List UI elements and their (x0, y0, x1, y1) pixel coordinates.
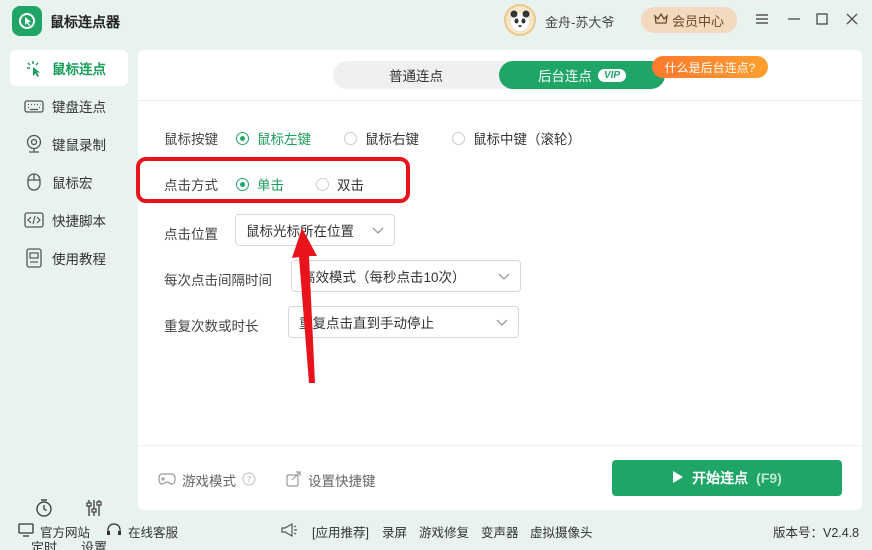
username[interactable]: 金舟-苏大爷 (545, 12, 614, 31)
radio-label: 鼠标中键（滚轮） (473, 132, 581, 147)
radio-left-button[interactable]: 鼠标左键 (236, 128, 311, 148)
game-mode-label: 游戏模式 (182, 474, 236, 489)
monitor-icon (18, 523, 34, 540)
recommend-section: [应用推荐] (280, 522, 369, 541)
set-shortcut-button[interactable]: 设置快捷键 (286, 470, 376, 490)
vip-center-label: 会员中心 (671, 13, 724, 29)
chevron-down-icon (372, 223, 384, 238)
radio-dot (452, 131, 465, 145)
chevron-down-icon (498, 269, 510, 284)
tab-label: 后台连点 (537, 69, 592, 84)
online-service-label: 在线客服 (128, 526, 179, 540)
mouse-button-label: 鼠标按键 (164, 132, 218, 147)
link-virtual-camera[interactable]: 虚拟摄像头 (530, 522, 593, 541)
tutorial-icon (24, 248, 44, 268)
interval-select[interactable]: 高效模式（每秒点击10次） (291, 260, 521, 292)
sidebar-item-record[interactable]: 键鼠录制 (10, 126, 128, 162)
gamepad-icon (158, 472, 176, 489)
version-text: 版本号：V2.4.8 (773, 526, 860, 540)
radio-dot (236, 131, 249, 145)
highlight-box (136, 157, 410, 203)
select-value: 重复点击直到手动停止 (299, 316, 434, 331)
sidebar-item-label: 鼠标连点 (52, 62, 106, 77)
shortcut-label: 设置快捷键 (308, 474, 376, 489)
start-hotkey: (F9) (756, 470, 782, 486)
radio-dot (344, 131, 357, 145)
close-icon[interactable] (843, 10, 861, 28)
divider (138, 445, 862, 446)
version-label: 版本号：V2.4.8 (773, 522, 859, 541)
sidebar-item-tutorial[interactable]: 使用教程 (10, 240, 128, 276)
radio-middle-button[interactable]: 鼠标中键（滚轮） (452, 128, 581, 148)
official-site-link[interactable]: 官方网站 (18, 522, 90, 541)
mode-tabs: 普通连点 后台连点 VIP (333, 61, 665, 89)
maximize-icon[interactable] (813, 10, 831, 28)
link-voice-changer[interactable]: 变声器 (481, 522, 519, 541)
script-icon (24, 210, 44, 230)
sidebar-item-mouse-click[interactable]: 鼠标连点 (10, 50, 128, 86)
start-clicking-button[interactable]: 开始连点 (F9) (612, 460, 842, 496)
tab-label: 普通连点 (389, 69, 443, 84)
sidebar-item-macro[interactable]: 鼠标宏 (10, 164, 128, 200)
click-position-label: 点击位置 (164, 227, 218, 242)
avatar[interactable] (504, 4, 536, 36)
play-icon (672, 470, 684, 487)
chevron-down-icon (496, 315, 508, 330)
repeat-select[interactable]: 重复点击直到手动停止 (288, 306, 519, 338)
svg-text:?: ? (247, 475, 252, 485)
repeat-label: 重复次数或时长 (164, 319, 259, 334)
sidebar-item-label: 使用教程 (52, 252, 106, 267)
click-cursor-icon (24, 58, 44, 78)
mouse-icon (24, 172, 44, 192)
link-label: 虚拟摄像头 (530, 526, 593, 540)
link-label: 游戏修复 (419, 526, 470, 540)
menu-icon[interactable] (753, 10, 771, 28)
online-service-link[interactable]: 在线客服 (106, 522, 178, 541)
tab-normal-click[interactable]: 普通连点 (333, 61, 499, 89)
minimize-icon[interactable] (785, 10, 803, 28)
click-position-select[interactable]: 鼠标光标所在位置 (235, 214, 395, 246)
sidebar-item-label: 鼠标宏 (52, 176, 93, 191)
sidebar-item-keyboard-click[interactable]: 键盘连点 (10, 88, 128, 124)
crown-icon (654, 12, 668, 28)
title-bar: 鼠标连点器 金舟-苏大爷 会员中心 (0, 0, 872, 40)
interval-label: 每次点击间隔时间 (164, 273, 272, 288)
vip-badge: VIP (597, 68, 627, 82)
main-panel: 普通连点 后台连点 VIP 什么是后台连点? 鼠标按键 鼠标左键 鼠标右键 鼠标… (138, 50, 862, 510)
sidebar-item-label: 键盘连点 (52, 100, 106, 115)
help-icon[interactable]: ? (242, 472, 256, 489)
sidebar-item-label: 快捷脚本 (52, 214, 106, 229)
recommend-label: [应用推荐] (312, 526, 369, 540)
official-site-label: 官方网站 (40, 526, 91, 540)
sidebar: 鼠标连点 键盘连点 键鼠录制 鼠标宏 快捷脚本 使用教程 定时 设置 (0, 40, 138, 550)
game-mode-toggle[interactable]: 游戏模式 ? (158, 470, 256, 490)
app-title: 鼠标连点器 (50, 14, 120, 30)
sidebar-item-label: 键鼠录制 (52, 138, 106, 153)
select-value: 鼠标光标所在位置 (246, 224, 354, 239)
start-label: 开始连点 (692, 470, 749, 486)
app-logo-icon (12, 6, 42, 36)
link-label: 录屏 (382, 526, 408, 540)
link-label: 变声器 (481, 526, 519, 540)
link-game-repair[interactable]: 游戏修复 (419, 522, 469, 541)
megaphone-icon (280, 522, 298, 541)
link-screen-record[interactable]: 录屏 (382, 522, 407, 541)
status-bar: 官方网站 在线客服 [应用推荐] 录屏 游戏修复 变声器 虚拟摄像头 版本号：V… (0, 510, 872, 550)
shortcut-icon (286, 470, 302, 490)
select-value: 高效模式（每秒点击10次） (302, 270, 466, 285)
sidebar-item-script[interactable]: 快捷脚本 (10, 202, 128, 238)
tab-background-click[interactable]: 后台连点 VIP (499, 61, 665, 89)
radio-label: 鼠标右键 (365, 132, 419, 147)
record-icon (24, 134, 44, 154)
radio-label: 鼠标左键 (257, 132, 311, 147)
divider (138, 100, 862, 101)
headset-icon (106, 522, 122, 541)
vip-center-button[interactable]: 会员中心 (641, 7, 737, 33)
radio-right-button[interactable]: 鼠标右键 (344, 128, 419, 148)
background-click-help-tooltip[interactable]: 什么是后台连点? (652, 56, 768, 78)
keyboard-icon (24, 96, 44, 116)
